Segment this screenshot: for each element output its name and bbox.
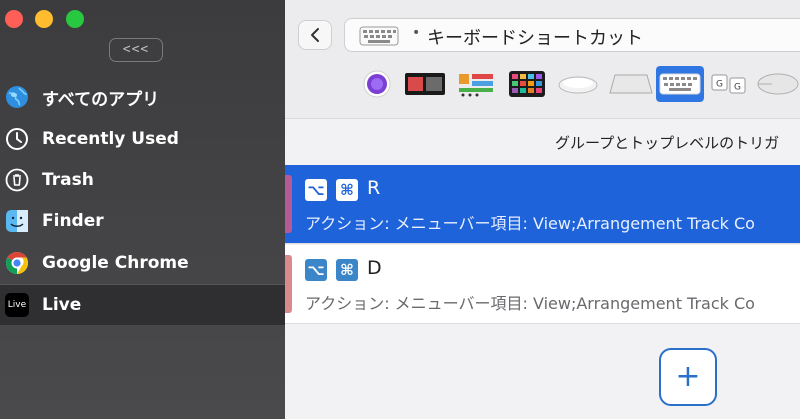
globe-icon <box>4 84 30 110</box>
command-key-icon: ⌘ <box>336 259 358 281</box>
trigger-midi-pad[interactable] <box>508 66 546 102</box>
trigger-row-selected[interactable]: ⌥ ⌘ R アクション: メニューバー項目: View;Arrangement … <box>285 165 800 244</box>
option-key-icon: ⌥ <box>305 179 327 201</box>
minimize-window-button[interactable] <box>35 10 53 28</box>
path-text: キーボードショートカット <box>427 28 643 49</box>
sidebar-item-label: Google Chrome <box>42 253 189 273</box>
live-icon: Live <box>5 293 29 317</box>
key-sequence-glyph-2: G <box>734 83 741 93</box>
clock-icon <box>4 126 30 152</box>
back-button[interactable] <box>298 20 332 50</box>
trigger-mouse[interactable] <box>755 66 800 102</box>
chevron-left-icon <box>311 28 319 42</box>
sidebar-item-label: Recently Used <box>42 129 179 149</box>
command-key-icon: ⌘ <box>336 179 358 201</box>
key-sequence-icon: G G <box>711 74 746 94</box>
zoom-window-button[interactable] <box>66 10 84 28</box>
option-key-icon: ⌥ <box>305 259 327 281</box>
path-field[interactable]: • キーボードショートカット <box>344 18 800 52</box>
sidebar-item-finder[interactable]: Finder <box>0 201 285 241</box>
trackpad-icon <box>609 74 653 94</box>
sidebar-item-all-apps[interactable]: すべてのアプリ <box>0 77 285 117</box>
shortcut-key: D <box>367 257 382 279</box>
color-stripe <box>285 255 292 313</box>
collapse-sidebar-button[interactable]: <<< <box>109 38 163 62</box>
finder-icon <box>4 208 30 234</box>
sidebar-item-trash[interactable]: Trash <box>0 160 285 200</box>
color-stripe <box>285 175 292 233</box>
add-trigger-button[interactable]: + <box>659 348 717 406</box>
action-description: アクション: メニューバー項目: View;Arrangement Track … <box>305 214 755 233</box>
trigger-trackpad[interactable] <box>608 66 654 102</box>
sidebar-item-label: すべてのアプリ <box>42 89 160 110</box>
shortcut-key: R <box>367 177 381 199</box>
path-separator: • <box>412 25 421 41</box>
trigger-keyboard[interactable] <box>656 66 704 102</box>
sidebar-item-google-chrome[interactable]: Google Chrome <box>0 243 285 283</box>
mouse-icon <box>757 73 798 95</box>
trigger-siri[interactable] <box>359 66 395 102</box>
midi-pad-icon <box>509 71 545 97</box>
main-panel: • キーボードショートカット G G グループとトップレベルのトリガ ⌥ ⌘ R… <box>285 0 800 419</box>
trigger-key-sequence[interactable]: G G <box>710 66 748 102</box>
trigger-touch-bar[interactable] <box>404 66 446 102</box>
trigger-stream-deck[interactable] <box>456 66 496 102</box>
trash-icon <box>4 167 30 193</box>
sidebar: <<< すべてのアプリ Recently Used Trash Finder G… <box>0 0 285 419</box>
keyboard-icon <box>359 26 399 50</box>
magic-mouse-icon <box>558 76 598 94</box>
sidebar-item-live[interactable]: Live Live <box>0 284 285 325</box>
toolbar: • キーボードショートカット G G <box>285 0 800 119</box>
touch-bar-icon <box>405 73 445 95</box>
live-icon-text: Live <box>7 300 27 310</box>
siri-icon <box>363 70 391 98</box>
group-header: グループとトップレベルのトリガ <box>555 134 780 152</box>
key-sequence-glyph-1: G <box>716 80 723 90</box>
action-description: アクション: メニューバー項目: View;Arrangement Track … <box>305 294 755 313</box>
sidebar-item-recently-used[interactable]: Recently Used <box>0 119 285 159</box>
trigger-row[interactable]: ⌥ ⌘ D アクション: メニューバー項目: View;Arrangement … <box>285 245 800 324</box>
sidebar-item-label: Live <box>42 295 82 315</box>
close-window-button[interactable] <box>5 10 23 28</box>
stream-deck-icon <box>459 74 493 97</box>
sidebar-item-label: Trash <box>42 170 94 190</box>
sidebar-item-label: Finder <box>42 211 104 231</box>
chrome-icon <box>4 250 30 276</box>
keyboard-icon <box>659 73 701 95</box>
trigger-magic-mouse[interactable] <box>557 66 599 102</box>
